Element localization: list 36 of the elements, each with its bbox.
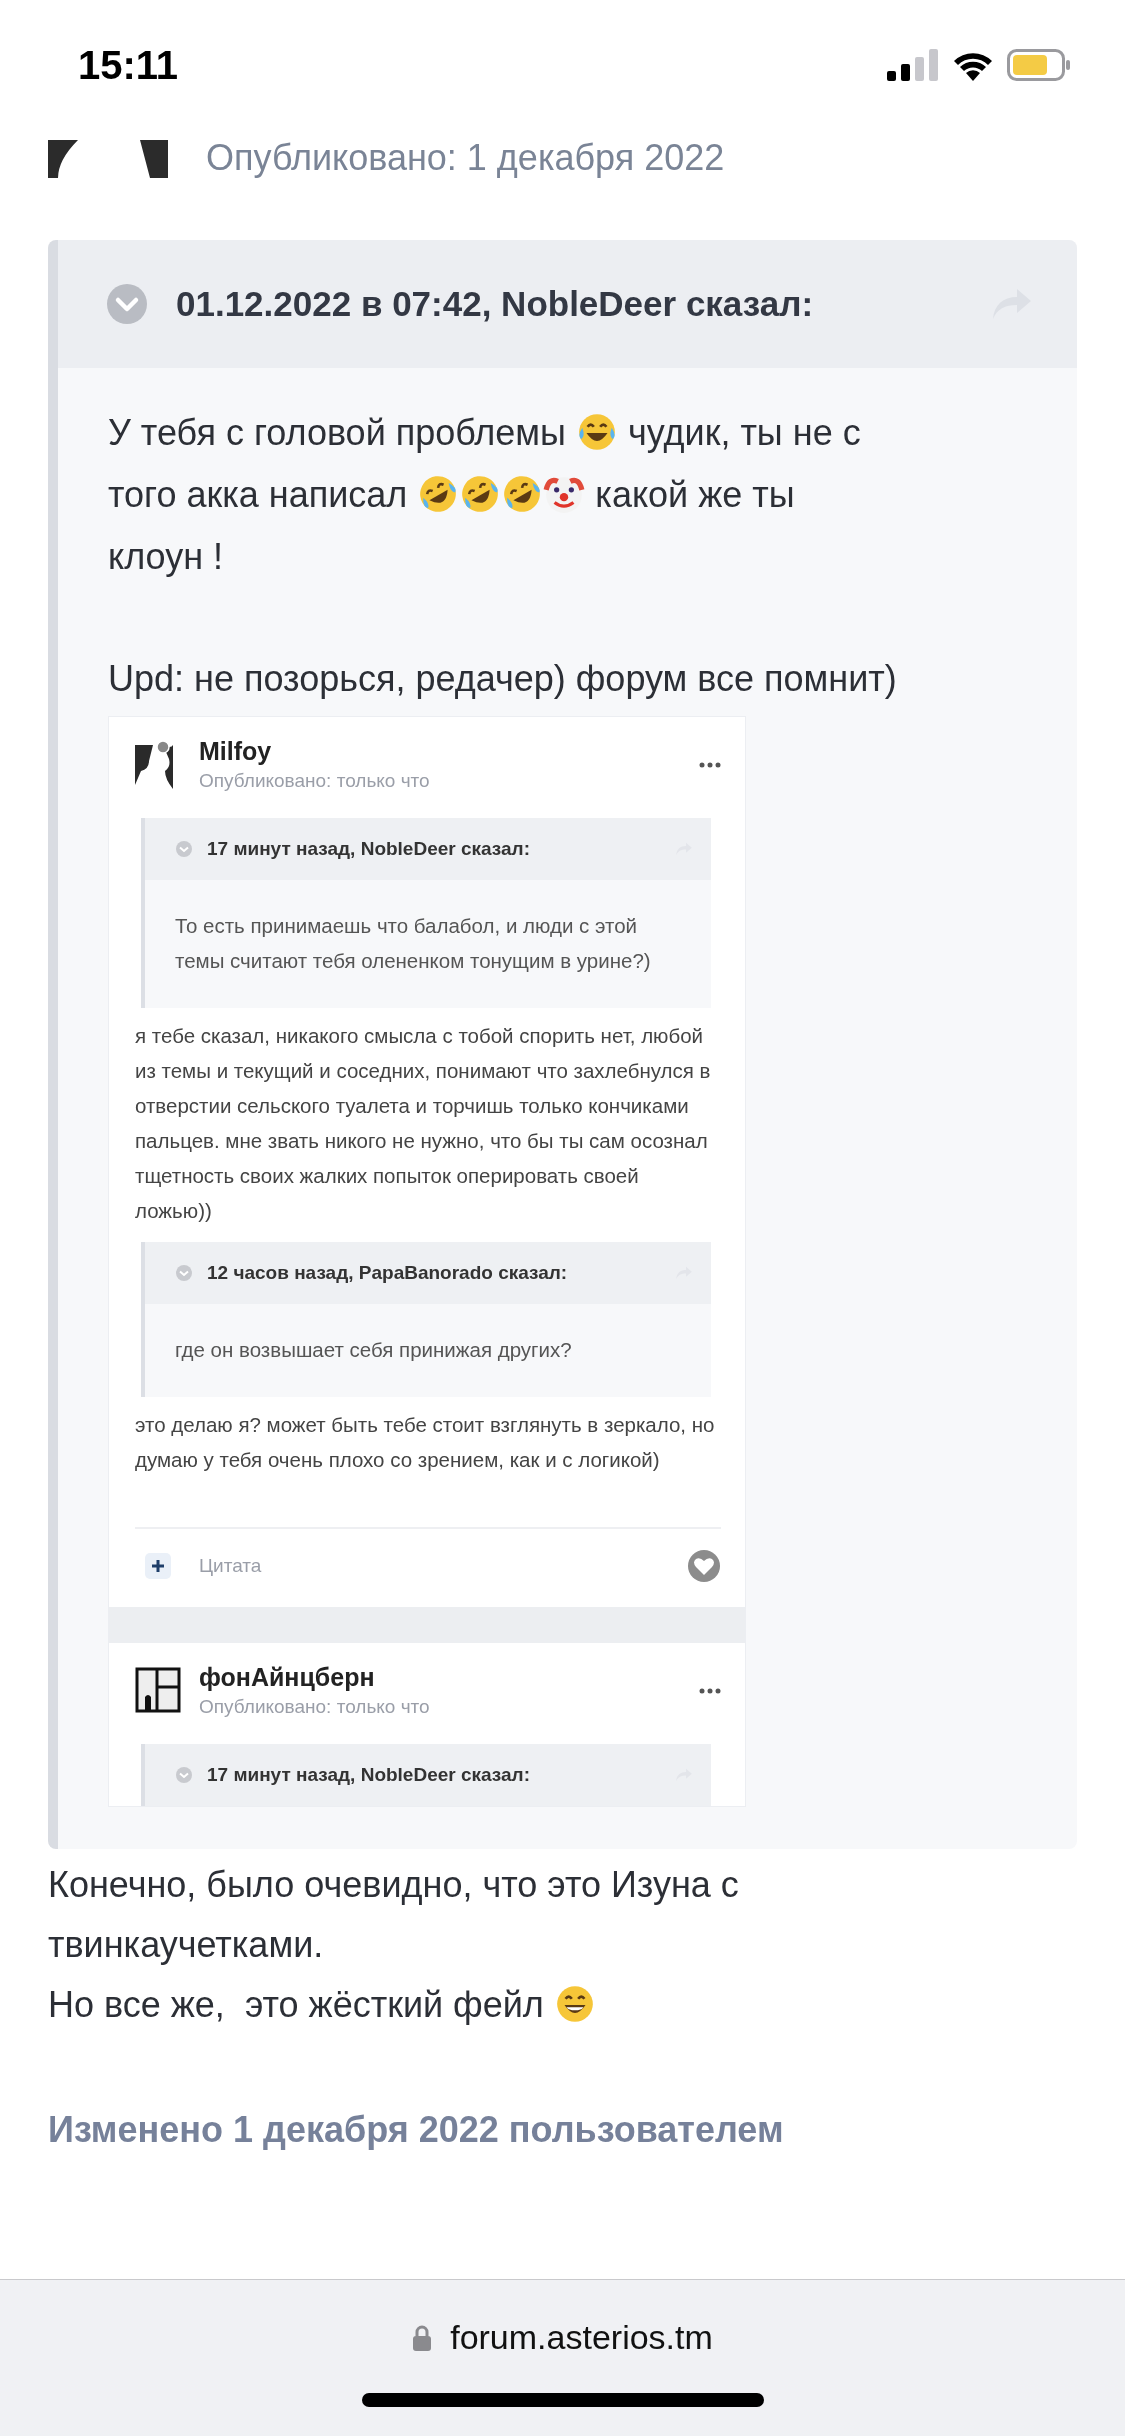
quote-text: Upd: не позорься, редачер) форум все помнит) (108, 658, 897, 699)
status-time: 15:11 (78, 42, 179, 88)
chevron-down-icon[interactable] (106, 283, 148, 325)
lock-icon (412, 2324, 433, 2351)
quote-text: У тебя с головой проблемы (108, 412, 567, 453)
post-text: я тебе сказал, никакого смысла с тобой спорить нет, любой из темы и текущий и соседних, понимают что захлебнулся в отверстии сельского туалета и торчишь только кончиками пальцев. мне звать никого не нужно, что бы ты сам осознал тщетность своих жалких попыток оперировать своей ложью)) (135, 1023, 712, 1224)
avatar (135, 1666, 181, 1715)
post-meta: Опубликовано: 1 декабря 2022 (206, 138, 725, 178)
author-name[interactable]: Milfoy (199, 737, 681, 766)
chevron-down-icon[interactable] (175, 840, 193, 858)
url-text[interactable]: forum.asterios.tm (450, 2318, 713, 2357)
post-meta: Опубликовано: только что (199, 770, 431, 792)
chevron-down-icon[interactable] (175, 1766, 193, 1784)
chevron-down-icon[interactable] (175, 1264, 193, 1282)
quote-text: где он возвышает себя принижая других? (175, 1338, 572, 1361)
edited-note: Изменено 1 декабря 2022 пользователем (48, 2109, 784, 2150)
quote-author: 17 минут назад, NobleDeer сказал: (207, 838, 531, 860)
more-icon[interactable] (699, 760, 721, 769)
more-icon[interactable] (699, 1686, 721, 1695)
post-text: твинкаучетками. (48, 1924, 324, 1965)
author-name[interactable]: фонАйнцберн (199, 1663, 681, 1692)
quote-author: 01.12.2022 в 07:42, NobleDeer сказал: (176, 284, 815, 324)
post-text: Конечно, было очевидно, что это Изуна с (48, 1864, 739, 1905)
signal-icon (887, 49, 939, 81)
quote-text: То есть принимаешь что балабол, и люди с этой темы считают тебя олененком тонущим в урине?) (175, 914, 651, 972)
quote-text: какой же ты (594, 474, 795, 515)
plus-button[interactable] (145, 1553, 171, 1579)
post-text: Но все же, это жёсткий фейл (48, 1984, 545, 2025)
quote-author: 12 часов назад, PapaBanorado сказал: (207, 1262, 569, 1284)
post-meta: Опубликовано: только что (199, 1696, 431, 1718)
quote-author: 17 минут назад, NobleDeer сказал: (207, 1764, 531, 1786)
battery-icon (1007, 49, 1071, 81)
quote-text: того акка написал (108, 474, 409, 515)
quote-text: клоун ! (108, 536, 224, 577)
post-text: это делаю я? может быть тебе стоит взглянуть в зеркало, но думаю у тебя очень плохо со зрением, как и с логикой) (135, 1412, 716, 1473)
quote-text: чудик, ты не с (626, 412, 861, 453)
